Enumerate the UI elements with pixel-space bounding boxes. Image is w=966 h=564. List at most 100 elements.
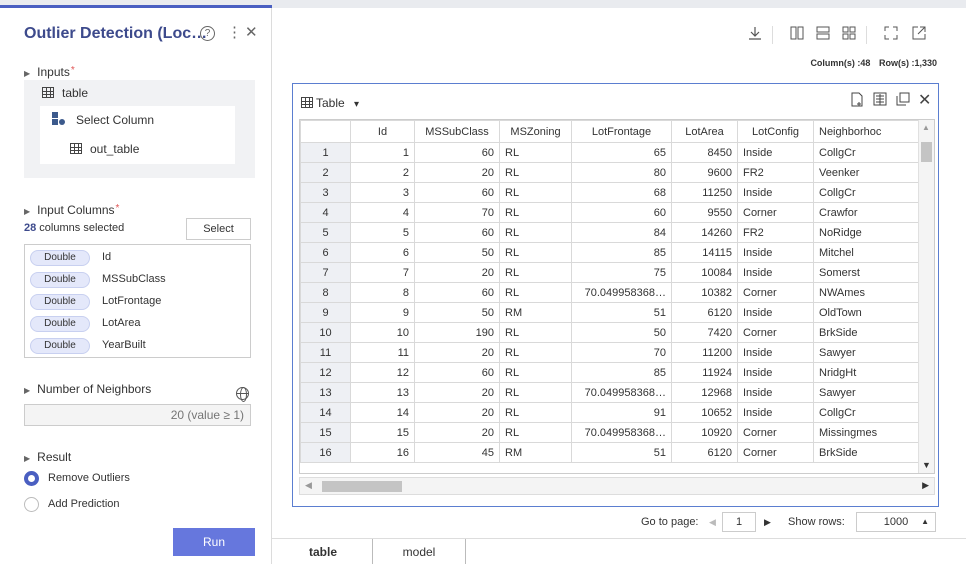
table-row[interactable]: 1 1 60 RL 65 8450 Inside CollgCr	[300, 142, 920, 163]
table-cell[interactable]: 60	[414, 182, 500, 203]
table-cell[interactable]: 20	[414, 262, 500, 283]
inputs-section-header[interactable]: ▶ Inputs*	[24, 65, 75, 79]
table-cell[interactable]: 6120	[671, 302, 738, 323]
header-lotarea[interactable]: LotArea	[671, 120, 738, 143]
table-row[interactable]: 12 12 60 RL 85 11924 Inside NridgHt	[300, 362, 920, 383]
table-cell[interactable]: 14115	[671, 242, 738, 263]
table-cell[interactable]: 9550	[671, 202, 738, 223]
scroll-down-icon[interactable]: ▼	[922, 460, 931, 470]
close-icon[interactable]: ✕	[245, 23, 258, 41]
table-cell[interactable]: Missingmes	[813, 422, 920, 443]
table-cell[interactable]: 9600	[671, 162, 738, 183]
table-row[interactable]: 6 6 50 RL 85 14115 Inside Mitchel	[300, 242, 920, 263]
table-cell[interactable]: 10382	[671, 282, 738, 303]
remove-outliers-radio[interactable]	[24, 471, 39, 486]
header-lotconfig[interactable]: LotConfig	[737, 120, 814, 143]
table-cell[interactable]: 10652	[671, 402, 738, 423]
table-cell[interactable]: 6	[350, 242, 415, 263]
table-cell[interactable]: 84	[571, 222, 672, 243]
table-cell[interactable]: CollgCr	[813, 182, 920, 203]
horizontal-scrollbar[interactable]: ◀ ▶	[299, 477, 935, 495]
table-cell[interactable]: 12	[350, 362, 415, 383]
table-cell[interactable]: Inside	[737, 182, 814, 203]
row-number-cell[interactable]: 10	[300, 322, 351, 343]
table-cell[interactable]: 11200	[671, 342, 738, 363]
table-cell[interactable]: 70.049958368…	[571, 282, 672, 303]
table-cell[interactable]: RL	[499, 182, 572, 203]
table-cell[interactable]: Inside	[737, 142, 814, 163]
tree-node-select-column[interactable]: Select Column	[52, 112, 154, 127]
table-cell[interactable]: 70.049958368…	[571, 382, 672, 403]
result-section-header[interactable]: ▶ Result	[24, 450, 71, 464]
table-row[interactable]: 16 16 45 RM 51 6120 Corner BrkSide	[300, 442, 920, 463]
table-cell[interactable]: 60	[414, 282, 500, 303]
table-cell[interactable]: 1	[350, 142, 415, 163]
horizontal-scroll-thumb[interactable]	[322, 481, 402, 492]
header-neighborhood[interactable]: Neighborhoc	[813, 120, 920, 143]
table-cell[interactable]: Inside	[737, 362, 814, 383]
row-number-cell[interactable]: 1	[300, 142, 351, 163]
table-cell[interactable]: 50	[571, 322, 672, 343]
new-document-icon[interactable]	[850, 92, 864, 110]
tab-model[interactable]: model	[372, 539, 466, 564]
table-cell[interactable]: 60	[414, 222, 500, 243]
table-cell[interactable]: 70.049958368…	[571, 422, 672, 443]
row-number-cell[interactable]: 15	[300, 422, 351, 443]
header-lotfrontage[interactable]: LotFrontage	[571, 120, 672, 143]
rows-layout-icon[interactable]	[816, 26, 830, 43]
table-cell[interactable]: RL	[499, 282, 572, 303]
row-number-cell[interactable]: 12	[300, 362, 351, 383]
row-number-cell[interactable]: 6	[300, 242, 351, 263]
table-cell[interactable]: RL	[499, 262, 572, 283]
table-cell[interactable]: 8450	[671, 142, 738, 163]
row-number-cell[interactable]: 7	[300, 262, 351, 283]
row-number-cell[interactable]: 9	[300, 302, 351, 323]
table-cell[interactable]: 5	[350, 222, 415, 243]
table-row[interactable]: 7 7 20 RL 75 10084 Inside Somerst	[300, 262, 920, 283]
table-cell[interactable]: CollgCr	[813, 402, 920, 423]
table-cell[interactable]: 65	[571, 142, 672, 163]
table-row[interactable]: 10 10 190 RL 50 7420 Corner BrkSide	[300, 322, 920, 343]
table-cell[interactable]: 2	[350, 162, 415, 183]
table-cell[interactable]: Corner	[737, 282, 814, 303]
row-number-cell[interactable]: 3	[300, 182, 351, 203]
popout-icon[interactable]	[912, 26, 926, 43]
table-cell[interactable]: 20	[414, 342, 500, 363]
table-cell[interactable]: 20	[414, 422, 500, 443]
table-row[interactable]: 9 9 50 RM 51 6120 Inside OldTown	[300, 302, 920, 323]
table-cell[interactable]: 13	[350, 382, 415, 403]
table-cell[interactable]: Sawyer	[813, 382, 920, 403]
help-icon[interactable]: ?	[200, 23, 215, 41]
table-cell[interactable]: 8	[350, 282, 415, 303]
page-input[interactable]: 1	[722, 512, 756, 532]
neighbors-section-header[interactable]: ▶ Number of Neighbors	[24, 382, 151, 396]
table-cell[interactable]: 14	[350, 402, 415, 423]
table-cell[interactable]: 11	[350, 342, 415, 363]
table-cell[interactable]: 15	[350, 422, 415, 443]
table-cell[interactable]: RL	[499, 202, 572, 223]
table-cell[interactable]: RM	[499, 302, 572, 323]
table-row[interactable]: 5 5 60 RL 84 14260 FR2 NoRidge	[300, 222, 920, 243]
table-cell[interactable]: 16	[350, 442, 415, 463]
table-cell[interactable]: NoRidge	[813, 222, 920, 243]
table-cell[interactable]: 3	[350, 182, 415, 203]
table-cell[interactable]: 45	[414, 442, 500, 463]
table-row[interactable]: 8 8 60 RL 70.049958368… 10382 Corner NWAmes	[300, 282, 920, 303]
table-row[interactable]: 13 13 20 RL 70.049958368… 12968 Inside Sawyer	[300, 382, 920, 403]
prev-page-icon[interactable]: ◀	[709, 517, 716, 528]
table-view-selector[interactable]: Table ▾	[301, 96, 359, 110]
table-cell[interactable]: RL	[499, 422, 572, 443]
table-cell[interactable]: 85	[571, 242, 672, 263]
table-cell[interactable]: 20	[414, 382, 500, 403]
table-row[interactable]: 11 11 20 RL 70 11200 Inside Sawyer	[300, 342, 920, 363]
table-cell[interactable]: RL	[499, 322, 572, 343]
selected-columns-list[interactable]: Double Id Double MSSubClass Double LotFront…	[24, 244, 251, 358]
grid-layout-icon[interactable]	[842, 26, 856, 43]
neighbors-input[interactable]	[24, 404, 251, 426]
expand-icon[interactable]	[884, 26, 898, 43]
table-cell[interactable]: 50	[414, 242, 500, 263]
table-cell[interactable]: 7	[350, 262, 415, 283]
table-cell[interactable]: RL	[499, 242, 572, 263]
header-mszoning[interactable]: MSZoning	[499, 120, 572, 143]
data-grid[interactable]: Id MSSubClass MSZoning LotFrontage LotAr…	[299, 119, 935, 474]
